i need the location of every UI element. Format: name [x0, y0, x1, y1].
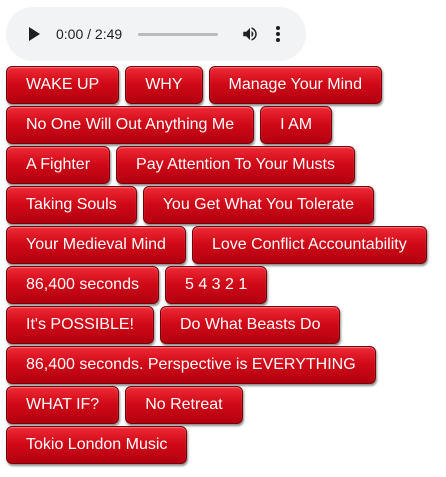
- button-row: Tokio London Music: [6, 426, 442, 464]
- button-grid: WAKE UP WHY Manage Your Mind No One Will Ou…: [6, 66, 442, 466]
- track-button[interactable]: 86,400 seconds: [6, 266, 159, 304]
- audio-player: 0:00 / 2:49: [6, 7, 306, 61]
- track-button[interactable]: Your Medieval Mind: [6, 226, 186, 264]
- track-button[interactable]: 86,400 seconds. Perspective is EVERYTHIN…: [6, 346, 376, 384]
- track-button[interactable]: A Fighter: [6, 146, 111, 184]
- track-button[interactable]: No One Will Out Anything Me: [6, 106, 255, 144]
- track-button[interactable]: 5 4 3 2 1: [164, 266, 268, 304]
- track-button[interactable]: It's POSSIBLE!: [6, 306, 154, 344]
- button-row: 86,400 seconds. Perspective is EVERYTHIN…: [6, 346, 442, 384]
- button-row: A Fighter Pay Attention To Your Musts: [6, 146, 442, 184]
- track-button[interactable]: WAKE UP: [6, 66, 120, 104]
- more-vertical-icon[interactable]: [274, 24, 282, 44]
- button-row: It's POSSIBLE! Do What Beasts Do: [6, 306, 442, 344]
- track-button[interactable]: Tokio London Music: [6, 426, 188, 464]
- track-button[interactable]: Taking Souls: [6, 186, 137, 224]
- button-row: WAKE UP WHY Manage Your Mind: [6, 66, 442, 104]
- button-row: Taking Souls You Get What You Tolerate: [6, 186, 442, 224]
- play-icon[interactable]: [26, 26, 42, 42]
- button-row: 86,400 seconds 5 4 3 2 1: [6, 266, 442, 304]
- track-button[interactable]: Manage Your Mind: [208, 66, 382, 104]
- button-row: Your Medieval Mind Love Conflict Accounta…: [6, 226, 442, 264]
- track-button[interactable]: You Get What You Tolerate: [142, 186, 374, 224]
- track-button[interactable]: Love Conflict Accountability: [191, 226, 427, 264]
- track-button[interactable]: WHAT IF?: [6, 386, 120, 424]
- track-button[interactable]: I AM: [260, 106, 333, 144]
- track-button[interactable]: No Retreat: [125, 386, 243, 424]
- volume-icon[interactable]: [240, 24, 260, 44]
- button-row: No One Will Out Anything Me I AM: [6, 106, 442, 144]
- button-row: WHAT IF? No Retreat: [6, 386, 442, 424]
- time-display: 0:00 / 2:49: [56, 26, 123, 42]
- track-button[interactable]: Pay Attention To Your Musts: [116, 146, 355, 184]
- track-button[interactable]: Do What Beasts Do: [159, 306, 341, 344]
- progress-slider[interactable]: [138, 32, 219, 36]
- track-button[interactable]: WHY: [125, 66, 203, 104]
